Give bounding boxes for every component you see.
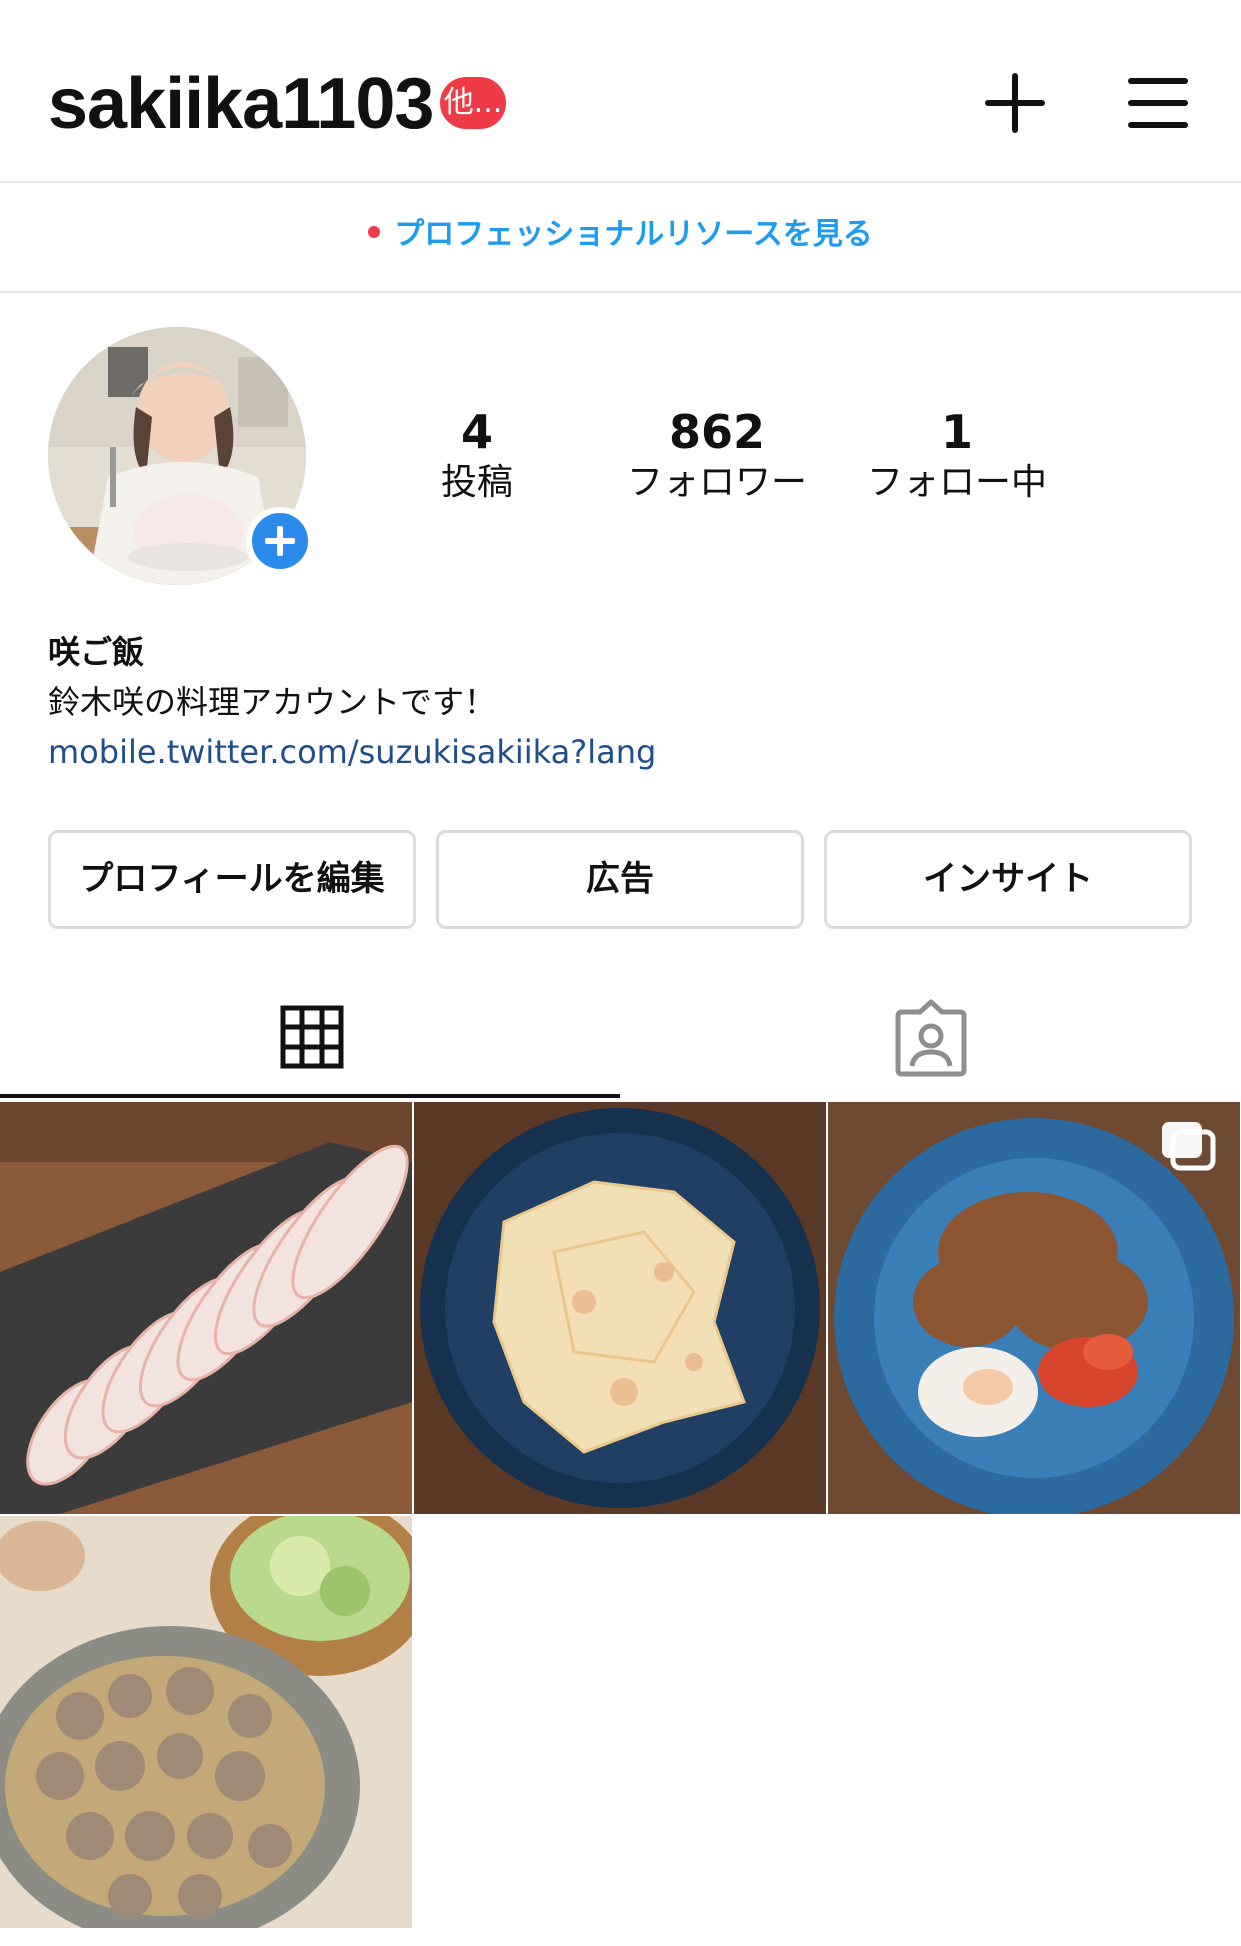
edit-profile-button[interactable]: プロフィールを編集 — [48, 830, 416, 929]
following-count-label: フォロー中 — [866, 462, 1047, 503]
followers-count[interactable]: 862 フォロワー — [607, 405, 827, 507]
plus-icon[interactable] — [985, 73, 1045, 133]
notification-dot — [368, 226, 381, 238]
posts-count[interactable]: 4 投稿 — [367, 405, 587, 507]
profile-website-link[interactable]: mobile.twitter.com/suzukisakiika?lang — [48, 728, 1188, 776]
tab-tagged[interactable] — [620, 990, 1240, 1100]
followers-count-label: フォロワー — [626, 462, 807, 503]
hamburger-menu-icon[interactable] — [1128, 78, 1188, 128]
posts-count-value: 4 — [460, 405, 493, 459]
ads-button[interactable]: 広告 — [436, 830, 804, 929]
profile-bio: 咲ご飯 鈴木咲の料理アカウントです！ mobile.twitter.com/su… — [48, 628, 1188, 776]
professional-resources-label: プロフェッショナルリソースを見る — [394, 217, 873, 252]
following-count-value: 1 — [940, 405, 973, 459]
post-tile-cabbage[interactable] — [414, 1102, 826, 1514]
tagged-icon — [895, 999, 967, 1077]
add-story-button[interactable] — [246, 507, 314, 575]
insights-button[interactable]: インサイト — [824, 830, 1192, 929]
post-tile-sashimi[interactable] — [0, 1102, 412, 1514]
post-tile-nabe[interactable] — [0, 1516, 412, 1928]
top-app-bar: sakiika1103 他... — [0, 0, 1241, 183]
profile-description: 鈴木咲の料理アカウントです！ — [48, 683, 497, 721]
profile-tabs — [0, 990, 1241, 1100]
account-switch-badge[interactable]: 他... — [440, 77, 506, 129]
account-username[interactable]: sakiika1103 — [48, 62, 434, 146]
following-count[interactable]: 1 フォロー中 — [847, 405, 1067, 507]
post-tile-gyudon[interactable] — [828, 1102, 1240, 1514]
professional-resources-banner: プロフェッショナルリソースを見る — [0, 183, 1241, 293]
professional-resources-link[interactable]: プロフェッショナルリソースを見る — [368, 215, 873, 255]
profile-display-name: 咲ご飯 — [48, 633, 145, 671]
tab-posts-grid[interactable] — [0, 990, 620, 1100]
posts-count-label: 投稿 — [440, 462, 513, 503]
followers-count-value: 862 — [668, 405, 766, 459]
grid-icon — [280, 1005, 344, 1069]
active-tab-indicator — [0, 1094, 620, 1098]
